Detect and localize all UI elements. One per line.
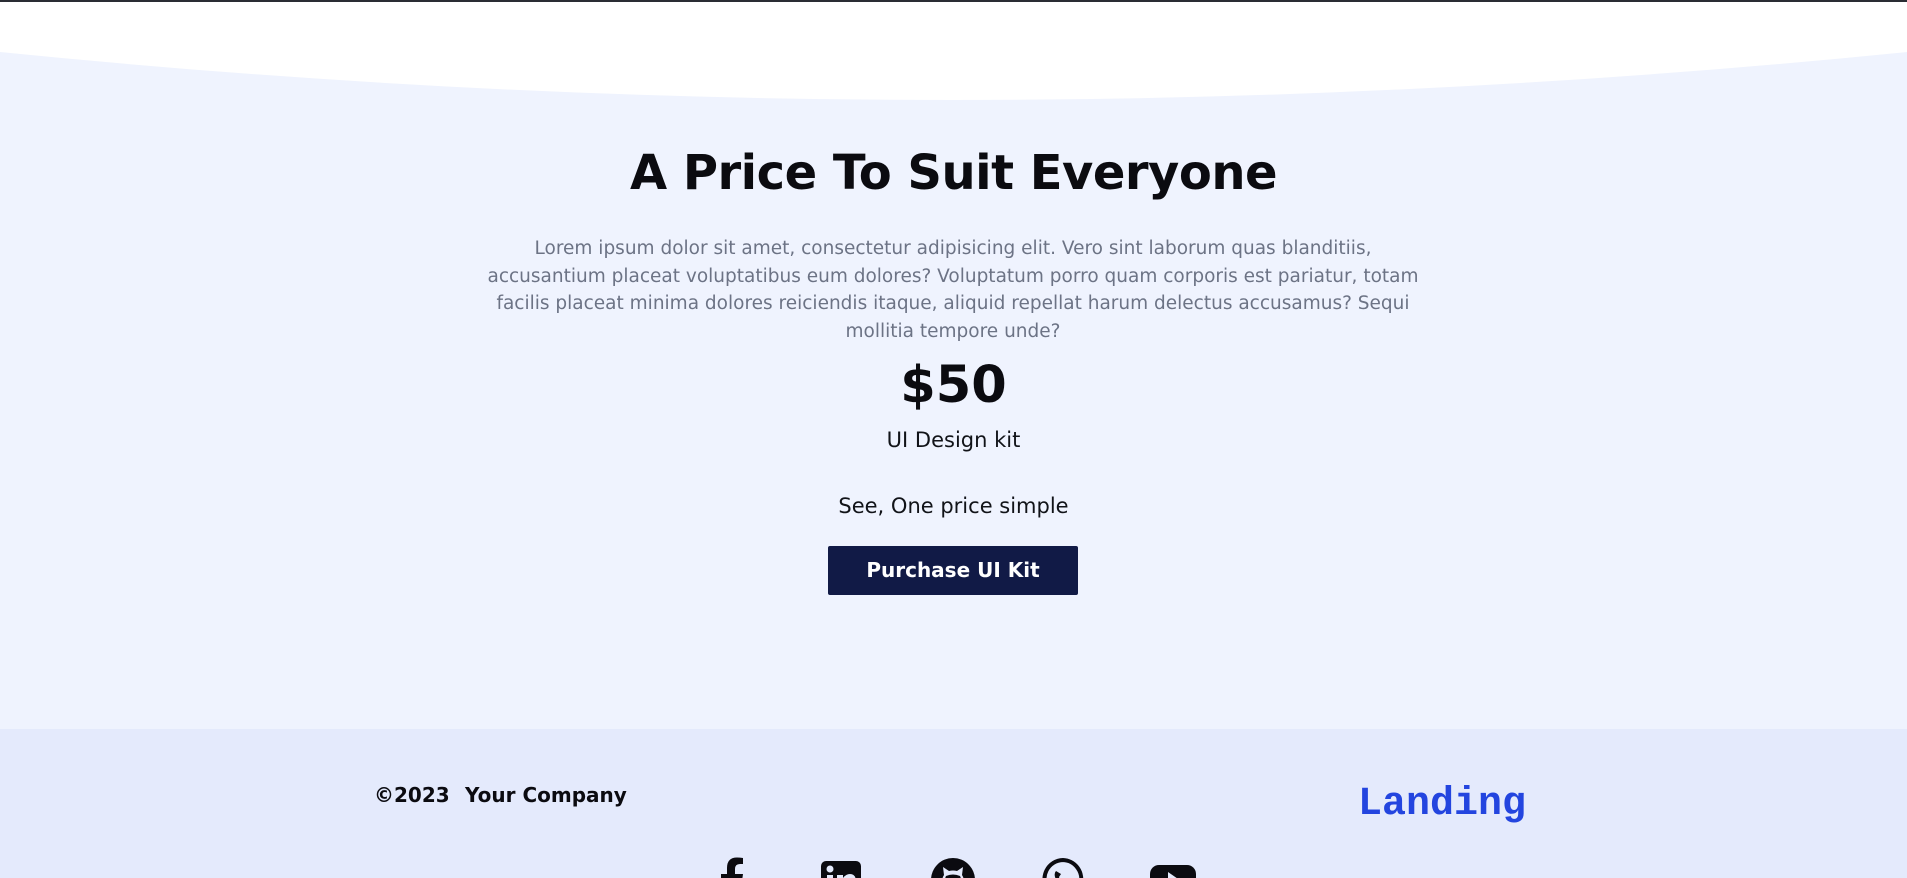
youtube-icon[interactable]: [1150, 857, 1196, 878]
purchase-button[interactable]: Purchase UI Kit: [828, 546, 1078, 595]
footer: ©2023 Your Company Landing: [0, 729, 1907, 878]
product-name: UI Design kit: [886, 428, 1021, 452]
pricing-description: Lorem ipsum dolor sit amet, consectetur …: [487, 238, 1419, 342]
github-icon[interactable]: [930, 857, 976, 878]
linkedin-icon[interactable]: [821, 857, 861, 878]
top-divider: [0, 0, 1907, 2]
footer-logo[interactable]: Landing: [1358, 782, 1526, 827]
facebook-icon[interactable]: [712, 857, 752, 878]
price-amount: $50: [900, 356, 1007, 415]
pricing-section: A Price To Suit Everyone Lorem ipsum dol…: [0, 0, 1907, 729]
page: A Price To Suit Everyone Lorem ipsum dol…: [0, 0, 1907, 878]
company-name: Your Company: [465, 783, 627, 807]
pricing-tagline: See, One price simple: [838, 494, 1069, 518]
whatsapp-icon[interactable]: [1041, 857, 1085, 878]
pricing-title: A Price To Suit Everyone: [629, 145, 1278, 201]
copyright-text: ©2023: [374, 783, 450, 807]
